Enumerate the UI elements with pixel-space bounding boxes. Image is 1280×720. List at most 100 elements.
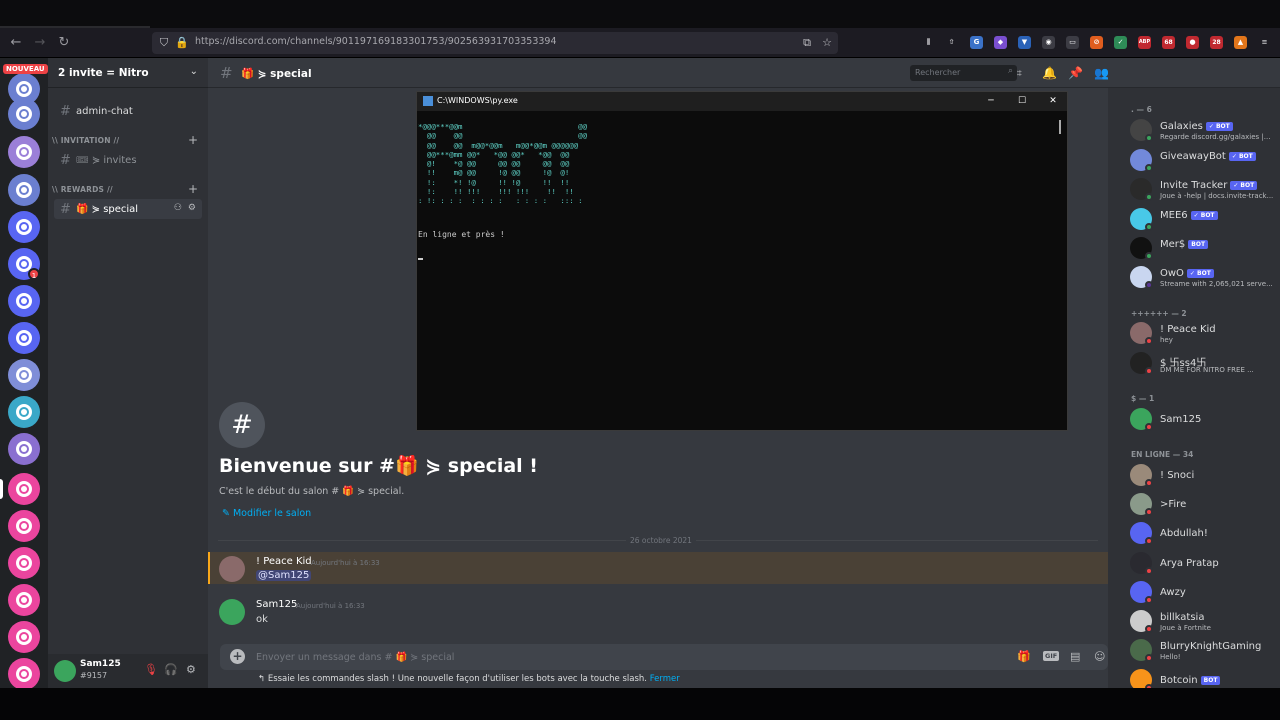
extension-icon[interactable]: ⊘ bbox=[1090, 36, 1103, 49]
maximize-icon[interactable]: ☐ bbox=[1014, 94, 1030, 108]
gift-icon[interactable]: 🎁 bbox=[1017, 650, 1031, 663]
console-scrollbar[interactable] bbox=[1059, 120, 1061, 134]
adblock-icon[interactable]: ABP bbox=[1138, 36, 1151, 49]
message-author[interactable]: ! Peace Kid bbox=[256, 556, 312, 567]
mute-icon[interactable]: 🎙 bbox=[144, 663, 158, 676]
server-header[interactable]: 2 invite = Nitro ⌄ bbox=[48, 58, 208, 88]
bookmark-star-icon[interactable]: ☆ bbox=[820, 35, 834, 51]
user-mention[interactable]: @Sam125 bbox=[256, 570, 312, 581]
extension-icon[interactable]: ✓ bbox=[1114, 36, 1127, 49]
extension-icon[interactable]: 68 bbox=[1162, 36, 1175, 49]
metamask-icon[interactable]: ▲ bbox=[1234, 36, 1247, 49]
gif-icon[interactable]: GIF bbox=[1043, 651, 1060, 661]
extension-icon[interactable]: G bbox=[970, 36, 983, 49]
member-item[interactable]: Abdullah! bbox=[1130, 520, 1278, 546]
sticker-icon[interactable]: ▤ bbox=[1070, 650, 1080, 663]
member-item[interactable]: $ 卐ss4卐 DM ME FOR NITRO FREE ... bbox=[1130, 350, 1278, 376]
edit-channel-label[interactable]: Modifier le salon bbox=[233, 508, 311, 519]
member-item[interactable]: Sam125 bbox=[1130, 406, 1278, 432]
channel-invites[interactable]: # 🎟 ⋟ invites bbox=[54, 150, 202, 170]
library-icon[interactable]: ⫼ bbox=[922, 36, 935, 49]
console-titlebar[interactable]: C:\WINDOWS\py.exe ─ ☐ ✕ bbox=[417, 92, 1067, 111]
member-item[interactable]: Invite Tracker ✓ BOT Joue à -help | docs.i… bbox=[1130, 176, 1278, 202]
server-icon[interactable] bbox=[8, 285, 40, 317]
channel-admin-chat[interactable]: # admin-chat bbox=[54, 101, 202, 121]
chevron-down-icon[interactable]: ⌄ bbox=[190, 66, 198, 77]
server-icon[interactable] bbox=[8, 621, 40, 653]
member-item[interactable]: GiveawayBot ✓ BOT bbox=[1130, 147, 1278, 173]
server-icon[interactable] bbox=[8, 584, 40, 616]
active-server-pill bbox=[0, 479, 3, 499]
server-icon[interactable] bbox=[8, 658, 40, 688]
channel-special[interactable]: # 🎁 ⋟ special ⚇ ⚙ bbox=[54, 199, 202, 219]
server-icon[interactable] bbox=[8, 359, 40, 391]
search-input[interactable]: Rechercher ⌕ bbox=[910, 65, 1017, 81]
member-item[interactable]: Galaxies ✓ BOT Regarde discord.gg/galaxies… bbox=[1130, 117, 1278, 143]
category-rewards[interactable]: \\ REWARDS // bbox=[52, 185, 113, 194]
extension-icon[interactable]: ◆ bbox=[994, 36, 1007, 49]
slash-tip-text: Essaie les commandes slash ! Une nouvell… bbox=[267, 674, 647, 684]
member-item[interactable]: BlurryKnightGaming Hello! bbox=[1130, 637, 1278, 663]
avatar[interactable] bbox=[219, 556, 245, 582]
category-invitation[interactable]: \\ INVITATION // bbox=[52, 136, 119, 145]
reload-icon[interactable]: ↻ bbox=[56, 35, 72, 51]
member-item[interactable]: ! Snoci bbox=[1130, 462, 1278, 488]
minimize-icon[interactable]: ─ bbox=[983, 94, 999, 108]
search-placeholder[interactable]: Rechercher bbox=[915, 68, 960, 77]
members-icon[interactable]: 👥 bbox=[1094, 66, 1109, 80]
edit-channel-link[interactable]: ✎ Modifier le salon bbox=[222, 508, 311, 519]
bell-icon[interactable]: 🔔 bbox=[1042, 66, 1057, 80]
extension-icon[interactable]: ● bbox=[1186, 36, 1199, 49]
message-composer[interactable]: + Envoyer un message dans # 🎁 ⋟ special … bbox=[220, 644, 1108, 670]
member-item[interactable]: >Fire bbox=[1130, 491, 1278, 517]
member-item[interactable]: ! Peace Kid hey bbox=[1130, 320, 1278, 346]
emoji-icon[interactable]: ☺ bbox=[1094, 650, 1105, 663]
server-icon[interactable] bbox=[8, 322, 40, 354]
back-icon[interactable]: ← bbox=[8, 35, 24, 51]
headphones-icon[interactable]: 🎧 bbox=[164, 663, 178, 676]
member-item[interactable]: OwO ✓ BOT Streame with 2,065,021 serve... bbox=[1130, 264, 1278, 290]
gear-icon[interactable]: ⚙ bbox=[186, 663, 196, 676]
server-icon[interactable] bbox=[8, 98, 40, 130]
add-channel-icon[interactable]: + bbox=[188, 182, 198, 196]
url-text[interactable]: https://discord.com/channels/90119716918… bbox=[195, 36, 557, 47]
avatar[interactable] bbox=[219, 599, 245, 625]
gear-icon[interactable]: ⚙ bbox=[188, 203, 196, 213]
server-icon[interactable] bbox=[8, 547, 40, 579]
close-icon[interactable]: ✕ bbox=[1045, 94, 1061, 108]
translate-icon[interactable]: ⧉ bbox=[800, 35, 814, 51]
pin-icon[interactable]: 📌 bbox=[1068, 66, 1083, 80]
upload-plus-icon[interactable]: + bbox=[230, 649, 245, 664]
member-item[interactable]: billkatsia Joue à Fortnite bbox=[1130, 608, 1278, 634]
lock-icon[interactable]: 🔒 bbox=[175, 35, 189, 51]
menu-icon[interactable]: ≡ bbox=[1258, 36, 1271, 49]
extension-icon[interactable]: 28 bbox=[1210, 36, 1223, 49]
member-item[interactable]: Awzy bbox=[1130, 579, 1278, 605]
server-icon[interactable] bbox=[8, 136, 40, 168]
url-bar[interactable]: ⛉ 🔒 https://discord.com/channels/9011971… bbox=[152, 32, 838, 54]
avatar[interactable] bbox=[54, 660, 76, 682]
server-icon[interactable] bbox=[8, 433, 40, 465]
add-channel-icon[interactable]: + bbox=[188, 133, 198, 147]
member-item[interactable]: MEE6 ✓ BOT bbox=[1130, 206, 1278, 232]
composer-placeholder[interactable]: Envoyer un message dans # 🎁 ⋟ special bbox=[256, 652, 454, 663]
forward-icon[interactable]: → bbox=[32, 35, 48, 51]
close-tip-link[interactable]: Fermer bbox=[650, 674, 680, 684]
member-item[interactable]: Arya Pratap bbox=[1130, 550, 1278, 576]
shield-icon[interactable]: ⛉ bbox=[157, 35, 171, 51]
member-item[interactable]: Mer$ BOT bbox=[1130, 235, 1278, 261]
server-icon[interactable] bbox=[8, 211, 40, 243]
invite-icon[interactable]: ⚇ bbox=[174, 203, 182, 213]
share-icon[interactable]: ⇧ bbox=[945, 36, 958, 49]
server-icon[interactable] bbox=[8, 174, 40, 206]
message-author[interactable]: Sam125 bbox=[256, 599, 297, 610]
server-icon[interactable] bbox=[8, 510, 40, 542]
server-icon[interactable] bbox=[8, 396, 40, 428]
member-item[interactable]: Botcoin BOT bbox=[1130, 667, 1278, 688]
extension-icon[interactable]: ▭ bbox=[1066, 36, 1079, 49]
extension-icon[interactable]: ▼ bbox=[1018, 36, 1031, 49]
search-icon[interactable]: ⌕ bbox=[1008, 66, 1013, 76]
console-window[interactable]: C:\WINDOWS\py.exe ─ ☐ ✕ *@@@***@@m @@ @@… bbox=[416, 91, 1068, 431]
extension-icon[interactable]: ◉ bbox=[1042, 36, 1055, 49]
server-icon[interactable] bbox=[8, 473, 40, 505]
